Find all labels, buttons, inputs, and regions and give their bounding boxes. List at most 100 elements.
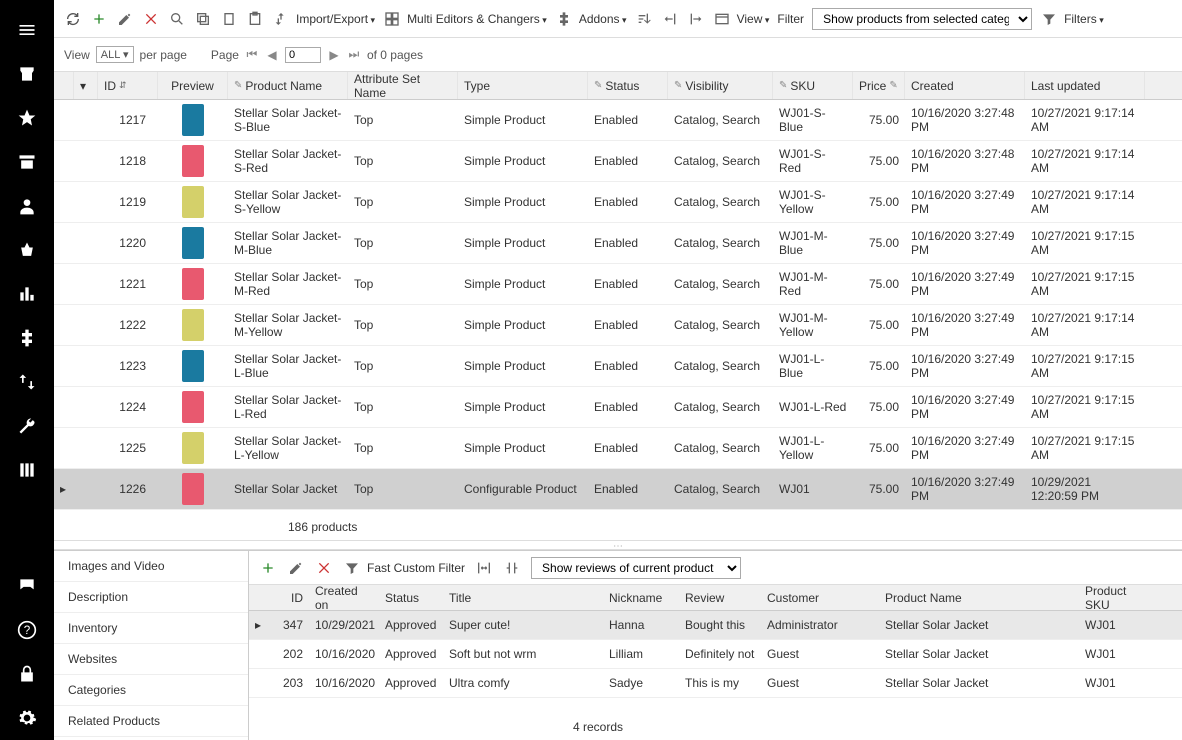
expand-icon[interactable]	[54, 321, 74, 329]
next-page-icon[interactable]: ▶	[327, 48, 341, 62]
indent-icon[interactable]	[687, 10, 705, 28]
addons-menu[interactable]: Addons	[555, 10, 627, 28]
cell-sku: WJ01-M-Blue	[773, 225, 853, 261]
view-menu[interactable]: View	[713, 10, 770, 28]
sort-asc-icon[interactable]	[635, 10, 653, 28]
col-preview[interactable]: Preview	[158, 72, 228, 99]
edit-icon[interactable]	[116, 10, 134, 28]
filter-select[interactable]: Show products from selected categories	[812, 8, 1032, 30]
multi-editors-menu[interactable]: Multi Editors & Changers	[383, 10, 547, 28]
filters-menu[interactable]: Filters	[1040, 10, 1104, 28]
col-visibility[interactable]: ✎Visibility	[668, 72, 773, 99]
tab-categories[interactable]: Categories	[54, 675, 248, 706]
rcol-customer[interactable]: Customer	[761, 591, 879, 605]
archive-icon[interactable]	[0, 140, 54, 184]
transfer-icon[interactable]	[0, 360, 54, 404]
cell-updated: 10/27/2021 9:17:15 AM	[1025, 225, 1145, 261]
dedent-icon[interactable]	[661, 10, 679, 28]
product-row[interactable]: 1218Stellar Solar Jacket-S-RedTopSimple …	[54, 141, 1182, 182]
columns-icon[interactable]	[0, 448, 54, 492]
tab-related-products[interactable]: Related Products	[54, 706, 248, 737]
edit-review-icon[interactable]	[287, 559, 305, 577]
product-row[interactable]: 1217Stellar Solar Jacket-S-BlueTopSimple…	[54, 100, 1182, 141]
auto-width-icon[interactable]	[503, 559, 521, 577]
rcol-id[interactable]: ID	[269, 591, 309, 605]
clipboard-icon[interactable]	[246, 10, 264, 28]
rcol-nick[interactable]: Nickname	[603, 591, 679, 605]
product-row[interactable]: 1225Stellar Solar Jacket-L-YellowTopSimp…	[54, 428, 1182, 469]
col-created[interactable]: Created	[905, 72, 1025, 99]
fast-filter-button[interactable]: Fast Custom Filter	[343, 559, 465, 577]
col-updated[interactable]: Last updated	[1025, 72, 1145, 99]
col-name[interactable]: ✎Product Name	[228, 72, 348, 99]
expand-icon[interactable]	[54, 239, 74, 247]
menu-icon[interactable]	[0, 8, 54, 52]
tab-inventory[interactable]: Inventory	[54, 613, 248, 644]
search-icon[interactable]	[168, 10, 186, 28]
select-all-checkbox[interactable]: ▾	[74, 72, 98, 99]
tab-websites[interactable]: Websites	[54, 644, 248, 675]
prev-page-icon[interactable]: ◀	[265, 48, 279, 62]
product-row[interactable]: 1222Stellar Solar Jacket-M-YellowTopSimp…	[54, 305, 1182, 346]
rcol-status[interactable]: Status	[379, 591, 443, 605]
last-page-icon[interactable]: ⏭	[347, 47, 361, 62]
expand-icon[interactable]	[54, 280, 74, 288]
add-icon[interactable]	[90, 10, 108, 28]
delete-review-icon[interactable]	[315, 559, 333, 577]
expand-icon[interactable]	[54, 198, 74, 206]
wrench-icon[interactable]	[0, 404, 54, 448]
fit-columns-icon[interactable]	[475, 559, 493, 577]
rcol-created[interactable]: Created on	[309, 584, 379, 612]
product-row[interactable]: ▸1226Stellar Solar JacketTopConfigurable…	[54, 469, 1182, 510]
product-row[interactable]: 1223Stellar Solar Jacket-L-BlueTopSimple…	[54, 346, 1182, 387]
delete-icon[interactable]	[142, 10, 160, 28]
page-input[interactable]	[285, 47, 321, 63]
expand-icon[interactable]	[54, 444, 74, 452]
rcol-pname[interactable]: Product Name	[879, 591, 1079, 605]
refresh-icon[interactable]	[64, 10, 82, 28]
expand-icon[interactable]	[54, 116, 74, 124]
col-price[interactable]: Price ✎	[853, 72, 905, 99]
review-row[interactable]: 20210/16/2020ApprovedSoft but not wrmLil…	[249, 640, 1182, 669]
rcol-review[interactable]: Review	[679, 591, 761, 605]
tab-images-and-video[interactable]: Images and Video	[54, 551, 248, 582]
expand-icon[interactable]: ▸	[249, 618, 269, 632]
tab-description[interactable]: Description	[54, 582, 248, 613]
product-row[interactable]: 1220Stellar Solar Jacket-M-BlueTopSimple…	[54, 223, 1182, 264]
copy-icon[interactable]	[194, 10, 212, 28]
basket-icon[interactable]	[0, 228, 54, 272]
lock-icon[interactable]	[0, 652, 54, 696]
expand-icon[interactable]	[54, 403, 74, 411]
first-page-icon[interactable]: ⏮	[245, 47, 259, 62]
rcol-psku[interactable]: Product SKU	[1079, 584, 1159, 612]
product-row[interactable]: 1224Stellar Solar Jacket-L-RedTopSimple …	[54, 387, 1182, 428]
puzzle-icon[interactable]	[0, 316, 54, 360]
product-row[interactable]: 1219Stellar Solar Jacket-S-YellowTopSimp…	[54, 182, 1182, 223]
paste-icon[interactable]	[220, 10, 238, 28]
col-id[interactable]: ID	[98, 72, 158, 99]
expand-icon[interactable]	[54, 157, 74, 165]
review-scope-select[interactable]: Show reviews of current product	[531, 557, 741, 579]
rcol-title[interactable]: Title	[443, 591, 603, 605]
star-icon[interactable]	[0, 96, 54, 140]
gear-icon[interactable]	[0, 696, 54, 740]
import-export-menu[interactable]: Import/Export	[272, 10, 375, 28]
inbox-icon[interactable]	[0, 564, 54, 608]
split-handle[interactable]: ⋯	[54, 540, 1182, 550]
expand-icon[interactable]	[54, 362, 74, 370]
review-row[interactable]: 20310/16/2020ApprovedUltra comfySadyeThi…	[249, 669, 1182, 698]
expand-icon[interactable]: ▸	[54, 478, 74, 500]
chart-icon[interactable]	[0, 272, 54, 316]
help-icon[interactable]: ?	[0, 608, 54, 652]
col-type[interactable]: Type	[458, 72, 588, 99]
page-size-select[interactable]: ALL ▾	[96, 46, 134, 63]
col-attr[interactable]: Attribute Set Name	[348, 72, 458, 99]
add-review-icon[interactable]	[259, 559, 277, 577]
user-icon[interactable]	[0, 184, 54, 228]
product-row[interactable]: 1221Stellar Solar Jacket-M-RedTopSimple …	[54, 264, 1182, 305]
col-status[interactable]: ✎Status	[588, 72, 668, 99]
main-toolbar: Import/Export Multi Editors & Changers A…	[54, 0, 1182, 38]
review-row[interactable]: ▸34710/29/2021ApprovedSuper cute!HannaBo…	[249, 611, 1182, 640]
col-sku[interactable]: ✎SKU	[773, 72, 853, 99]
store-icon[interactable]	[0, 52, 54, 96]
